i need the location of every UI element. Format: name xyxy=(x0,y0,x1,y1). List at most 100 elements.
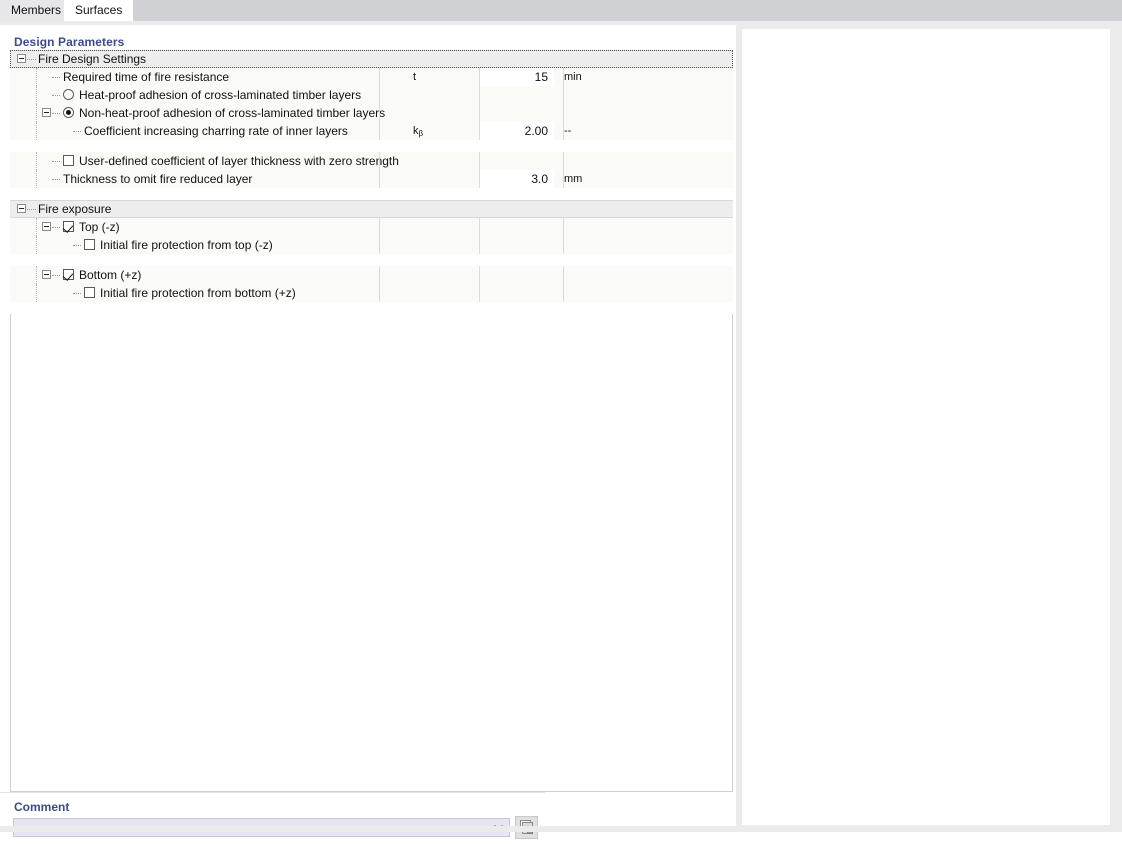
collapse-icon[interactable] xyxy=(42,108,51,117)
tree-row-label: User-defined coefficient of layer thickn… xyxy=(79,154,399,168)
tree-row-label: Non-heat-proof adhesion of cross-laminat… xyxy=(79,106,386,120)
tab-surfaces[interactable]: Surfaces xyxy=(64,0,134,21)
collapse-icon[interactable] xyxy=(17,54,26,63)
column-separator xyxy=(479,284,480,302)
tree-guide xyxy=(36,68,38,86)
tree-guide xyxy=(36,104,38,122)
tree-group-label: Fire exposure xyxy=(38,202,112,216)
tree-leader xyxy=(27,209,36,211)
tree-leader xyxy=(52,95,60,97)
checkbox[interactable] xyxy=(84,239,95,250)
column-separator xyxy=(379,104,380,122)
column-separator xyxy=(479,266,480,284)
checkbox[interactable] xyxy=(63,155,74,166)
tree-row[interactable]: Non-heat-proof adhesion of cross-laminat… xyxy=(10,104,733,122)
tree-row[interactable]: Heat-proof adhesion of cross-laminated t… xyxy=(10,86,733,104)
tree-gap xyxy=(10,255,733,266)
tree-leader xyxy=(52,77,60,79)
tab-strip: Members Surfaces xyxy=(0,0,1122,21)
tree-guide xyxy=(36,284,38,302)
tree-row-label: Thickness to omit fire reduced layer xyxy=(63,172,253,186)
column-separator xyxy=(563,218,564,236)
tree-leader xyxy=(73,293,81,295)
tree-leader xyxy=(52,227,60,229)
column-separator xyxy=(379,266,380,284)
value-cell[interactable]: 15 xyxy=(480,68,554,86)
comment-side-panel xyxy=(553,796,735,846)
tree-guide xyxy=(36,86,38,104)
tree-row[interactable]: Top (-z) xyxy=(10,218,733,236)
tree-row-label: Required time of fire resistance xyxy=(63,70,230,84)
tree-guide xyxy=(36,152,38,170)
column-separator xyxy=(379,68,380,86)
column-separator xyxy=(563,266,564,284)
window-body: Design Parameters Fire Design Settings Re… xyxy=(0,21,1122,846)
unit-cell: mm xyxy=(564,173,583,185)
tree-gap xyxy=(10,189,733,200)
collapse-icon[interactable] xyxy=(42,270,51,279)
column-separator xyxy=(563,104,564,122)
tree-row-label: Coefficient increasing charring rate of … xyxy=(84,124,348,138)
design-parameters-pane: Design Parameters Fire Design Settings Re… xyxy=(0,25,736,828)
column-separator xyxy=(479,104,480,122)
tree-row[interactable]: Bottom (+z) xyxy=(10,266,733,284)
tree-guide xyxy=(36,266,38,284)
tree-group-fire-exposure-bottom: Bottom (+z) Initial fire protection from … xyxy=(10,266,733,303)
tree-guide xyxy=(36,236,38,254)
tree-leader xyxy=(73,245,81,247)
tree-row[interactable]: Coefficient increasing charring rate of … xyxy=(10,122,733,140)
tree-row[interactable]: Required time of fire resistance t 15 min xyxy=(10,68,733,86)
tree-leader xyxy=(27,59,36,61)
preview-pane xyxy=(742,29,1110,825)
tree-leader xyxy=(52,275,60,277)
tree-group-zero-strength-layer: User-defined coefficient of layer thickn… xyxy=(10,152,733,189)
tree-row-label: Top (-z) xyxy=(79,220,120,234)
value-cell[interactable]: 3.0 xyxy=(480,170,554,188)
unit-cell: -- xyxy=(564,125,572,137)
collapse-icon[interactable] xyxy=(42,222,51,231)
column-separator xyxy=(563,86,564,104)
radio-button[interactable] xyxy=(63,107,74,118)
column-separator xyxy=(563,152,564,170)
tree-leader xyxy=(52,113,60,115)
tree-group-label: Fire Design Settings xyxy=(38,52,147,66)
tree-group-fire-design-settings: Fire Design Settings Required time of fir… xyxy=(10,50,733,141)
tree-row-label: Initial fire protection from top (-z) xyxy=(100,238,273,252)
value-cell[interactable]: 2.00 xyxy=(480,122,554,140)
tree-guide xyxy=(36,170,38,188)
column-separator xyxy=(379,86,380,104)
symbol-cell: t xyxy=(413,71,417,83)
column-separator xyxy=(379,152,380,170)
column-separator xyxy=(479,86,480,104)
column-separator xyxy=(479,218,480,236)
tree-row-label: Heat-proof adhesion of cross-laminated t… xyxy=(79,88,362,102)
tree-group-header[interactable]: Fire exposure xyxy=(10,200,733,218)
tab-members[interactable]: Members xyxy=(0,0,73,21)
radio-button[interactable] xyxy=(63,89,74,100)
tree-row-label: Initial fire protection from bottom (+z) xyxy=(100,286,296,300)
tree-group-header[interactable]: Fire Design Settings xyxy=(10,50,733,68)
checkbox[interactable] xyxy=(63,221,74,232)
checkbox[interactable] xyxy=(63,269,74,280)
column-separator xyxy=(379,170,380,188)
tree-gap xyxy=(10,303,733,314)
column-separator xyxy=(479,236,480,254)
tree-row[interactable]: Initial fire protection from bottom (+z) xyxy=(10,284,733,302)
symbol-cell: kβ xyxy=(413,125,424,138)
status-strip xyxy=(0,826,1122,832)
tree-row-label: Bottom (+z) xyxy=(79,268,142,282)
column-separator xyxy=(379,218,380,236)
column-separator xyxy=(379,236,380,254)
comment-label: Comment xyxy=(14,800,70,814)
tree-row[interactable]: Initial fire protection from top (-z) xyxy=(10,236,733,254)
tree-row[interactable]: User-defined coefficient of layer thickn… xyxy=(10,152,733,170)
collapse-icon[interactable] xyxy=(17,204,26,213)
parameters-tree[interactable]: Fire Design Settings Required time of fir… xyxy=(10,50,733,314)
tree-row[interactable]: Thickness to omit fire reduced layer 3.0 m… xyxy=(10,170,733,188)
tree-guide xyxy=(36,122,38,140)
unit-cell: min xyxy=(564,71,582,83)
tree-gap xyxy=(10,141,733,152)
column-separator xyxy=(479,152,480,170)
checkbox[interactable] xyxy=(84,287,95,298)
tree-group-fire-exposure: Fire exposure Top (-z) Initial fire protec… xyxy=(10,200,733,255)
